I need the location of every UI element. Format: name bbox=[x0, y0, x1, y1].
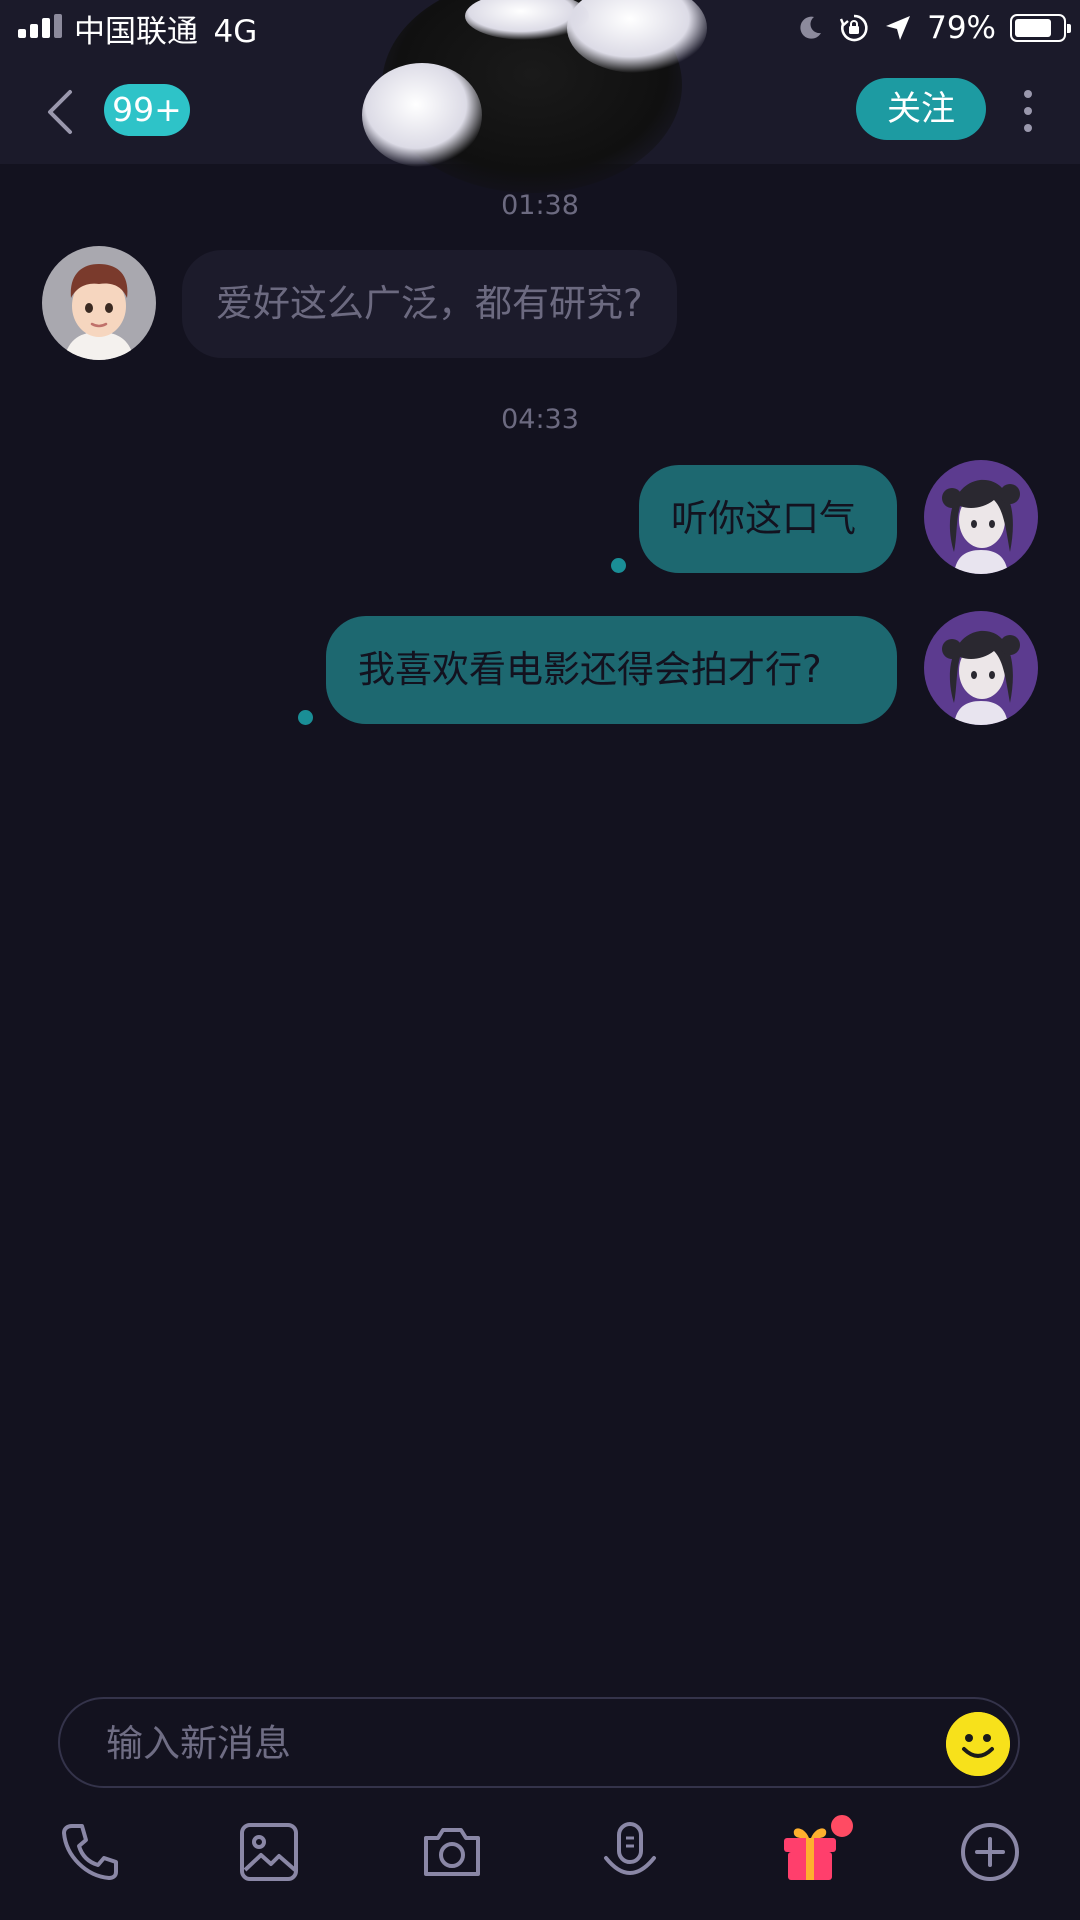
message-timestamp: 04:33 bbox=[501, 404, 579, 435]
outgoing-message-bubble[interactable]: 我喜欢看电影还得会拍才行? bbox=[326, 616, 897, 724]
unread-count-badge[interactable]: 99+ bbox=[104, 84, 190, 136]
phone-icon[interactable] bbox=[58, 1820, 122, 1884]
bottom-toolbar bbox=[0, 1812, 1080, 1890]
read-status-dot bbox=[611, 558, 626, 573]
cat-paw-sticker bbox=[362, 0, 707, 193]
more-vertical-icon[interactable] bbox=[1018, 88, 1038, 134]
status-bar-right: 79% bbox=[795, 6, 1071, 50]
contact-avatar[interactable] bbox=[42, 246, 156, 360]
anime-girl-avatar-icon bbox=[924, 460, 1038, 574]
image-icon[interactable] bbox=[237, 1820, 301, 1884]
voice-icon[interactable] bbox=[598, 1820, 662, 1884]
smiley-icon[interactable] bbox=[946, 1712, 1010, 1776]
location-arrow-icon bbox=[886, 16, 911, 40]
network-type: 4G bbox=[213, 14, 258, 50]
battery-icon bbox=[1010, 14, 1071, 42]
carrier-name: 中国联通 bbox=[74, 14, 198, 50]
incoming-message-bubble[interactable]: 爱好这么广泛，都有研究? bbox=[182, 250, 677, 358]
cartoon-boy-avatar-icon bbox=[42, 246, 156, 360]
carrier-label: 中国联通 4G bbox=[74, 6, 257, 51]
moon-icon bbox=[800, 16, 822, 39]
plus-circle-icon[interactable] bbox=[958, 1820, 1022, 1884]
follow-button[interactable]: 关注 bbox=[856, 78, 986, 140]
message-composer bbox=[58, 1697, 1020, 1788]
battery-percent: 79% bbox=[927, 10, 996, 46]
camera-icon[interactable] bbox=[420, 1820, 484, 1884]
outgoing-message-bubble[interactable]: 听你这口气 bbox=[639, 465, 897, 573]
signal-icon bbox=[18, 14, 64, 38]
message-timestamp: 01:38 bbox=[501, 190, 579, 221]
read-status-dot bbox=[298, 710, 313, 725]
message-input[interactable] bbox=[104, 1699, 928, 1788]
my-avatar[interactable] bbox=[924, 460, 1038, 574]
back-chevron-icon[interactable] bbox=[40, 88, 80, 136]
anime-girl-avatar-icon bbox=[924, 611, 1038, 725]
notification-dot bbox=[828, 1812, 856, 1840]
my-avatar[interactable] bbox=[924, 611, 1038, 725]
rotation-lock-icon bbox=[839, 14, 868, 42]
